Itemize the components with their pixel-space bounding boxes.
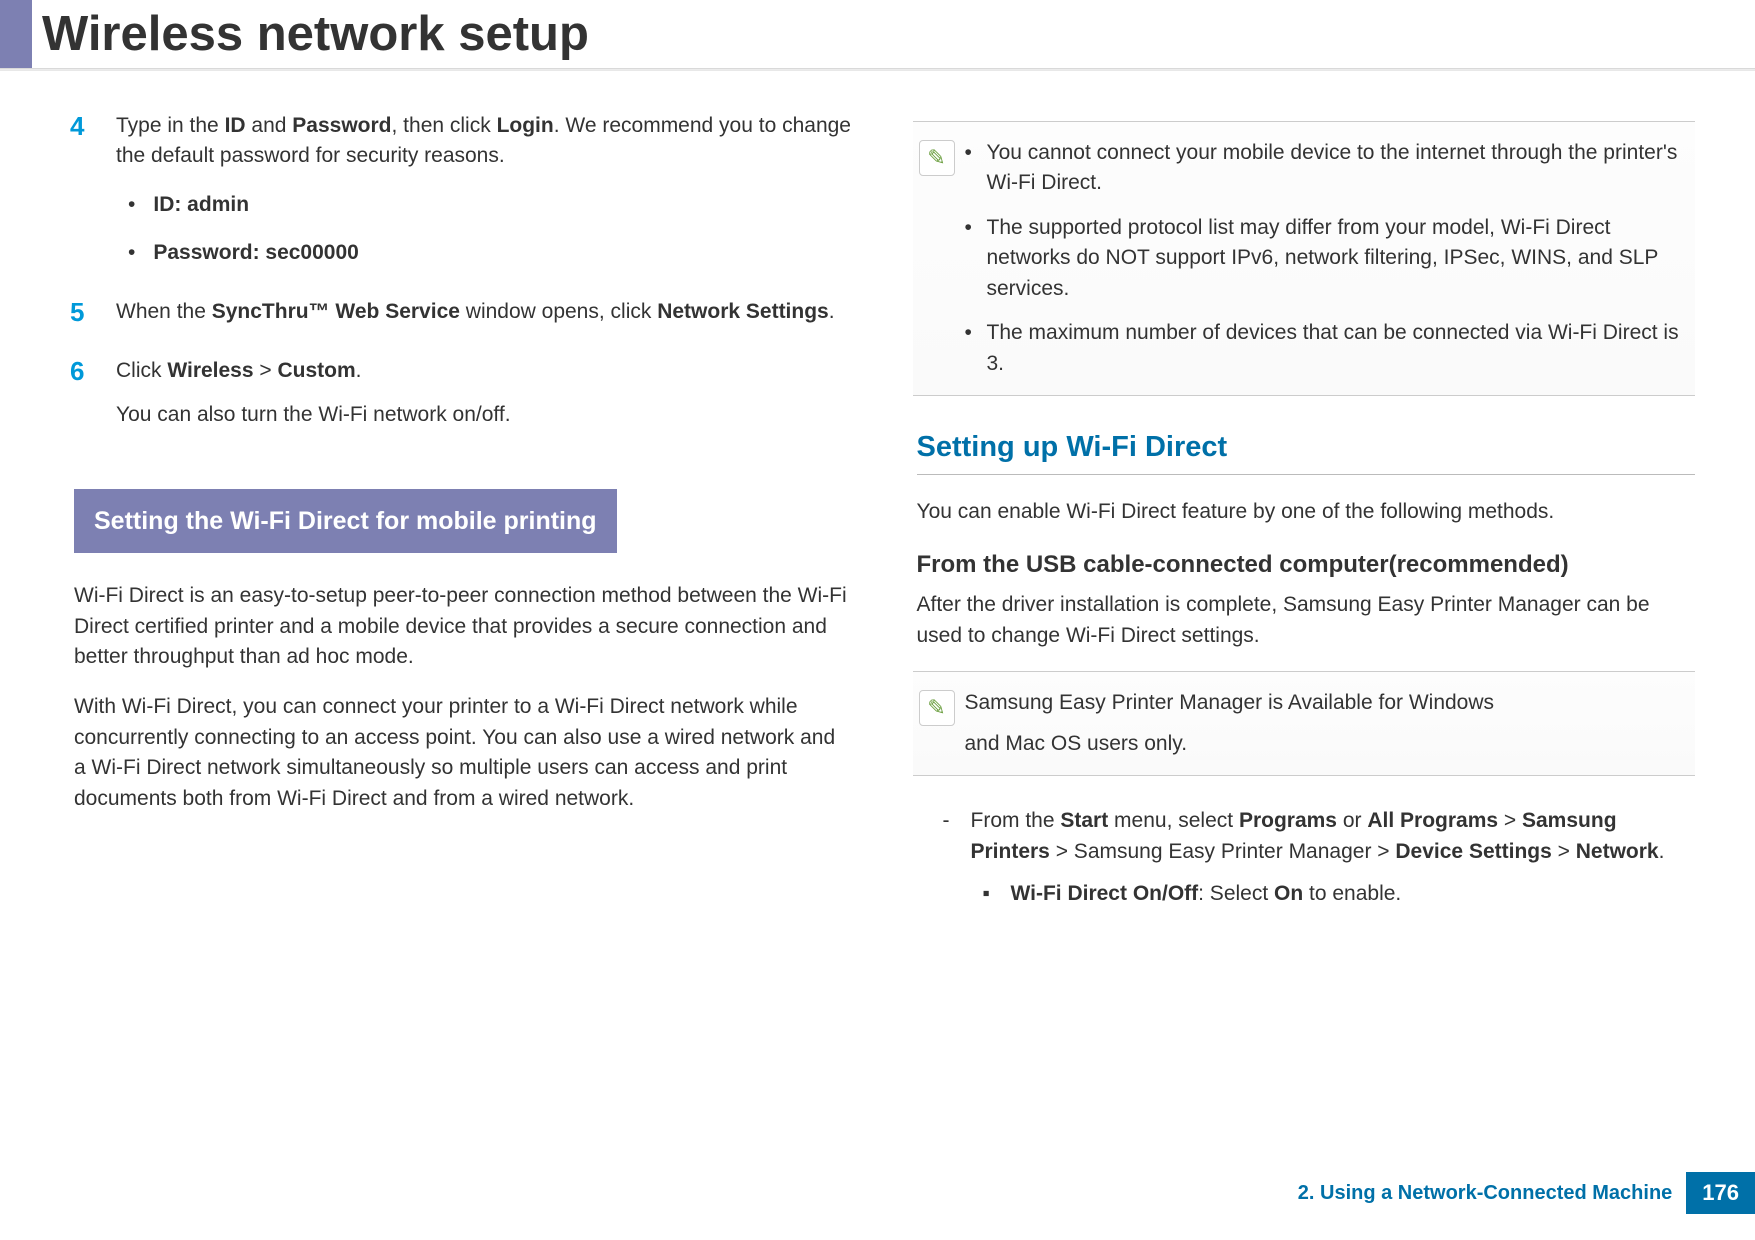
bullet-marker: • bbox=[965, 318, 975, 379]
step-body: Type in the ID and Password, then click … bbox=[116, 111, 853, 269]
bold-text: Custom bbox=[277, 359, 355, 382]
step-4: 4 Type in the ID and Password, then clic… bbox=[70, 111, 853, 269]
note-box: ✎ • You cannot connect your mobile devic… bbox=[913, 121, 1696, 396]
text: > bbox=[1552, 840, 1576, 863]
bold-text: Login bbox=[497, 114, 554, 137]
paragraph: With Wi-Fi Direct, you can connect your … bbox=[74, 692, 853, 814]
step-5: 5 When the SyncThru™ Web Service window … bbox=[70, 297, 853, 328]
note-icon: ✎ bbox=[919, 690, 955, 726]
note-icon: ✎ bbox=[919, 140, 955, 176]
bold-text: ID bbox=[225, 114, 246, 137]
bullet-text: Password: sec00000 bbox=[153, 238, 358, 268]
note-line: and Mac OS users only. bbox=[965, 729, 1690, 759]
page-footer: 2. Using a Network-Connected Machine 176 bbox=[1298, 1172, 1755, 1214]
note-bullet: • The maximum number of devices that can… bbox=[965, 318, 1690, 379]
note-text: The maximum number of devices that can b… bbox=[987, 318, 1690, 379]
bold-text: Network Settings bbox=[657, 300, 829, 323]
bold-text: SyncThru™ Web Service bbox=[212, 300, 460, 323]
text: When the bbox=[116, 300, 212, 323]
dash-text: From the Start menu, select Programs or … bbox=[971, 806, 1696, 867]
footer-chapter: 2. Using a Network-Connected Machine bbox=[1298, 1182, 1673, 1205]
bold-text: Programs bbox=[1239, 809, 1337, 832]
bold-text: Wireless bbox=[167, 359, 253, 382]
step-number: 6 bbox=[70, 356, 110, 431]
footer-page-number: 176 bbox=[1686, 1172, 1755, 1214]
sub-bullet: • Password: sec00000 bbox=[128, 238, 853, 268]
square-text: Wi-Fi Direct On/Off: Select On to enable… bbox=[1011, 879, 1402, 909]
left-column: 4 Type in the ID and Password, then clic… bbox=[70, 111, 853, 909]
bullet-marker: • bbox=[965, 213, 975, 304]
bold-text: Start bbox=[1060, 809, 1108, 832]
paragraph: After the driver installation is complet… bbox=[917, 590, 1696, 651]
page-header: Wireless network setup bbox=[0, 0, 1755, 68]
title-divider bbox=[0, 68, 1755, 71]
content-columns: 4 Type in the ID and Password, then clic… bbox=[0, 91, 1755, 909]
bold-text: Network bbox=[1576, 840, 1659, 863]
section-header: Setting the Wi-Fi Direct for mobile prin… bbox=[74, 489, 617, 553]
text: > bbox=[254, 359, 278, 382]
dash-list-item: - From the Start menu, select Programs o… bbox=[943, 806, 1696, 867]
sub-bullet: • ID: admin bbox=[128, 190, 853, 220]
square-list-item: ▪ Wi-Fi Direct On/Off: Select On to enab… bbox=[983, 879, 1696, 909]
bullet-marker: • bbox=[965, 138, 975, 199]
step-body: When the SyncThru™ Web Service window op… bbox=[116, 297, 853, 328]
note-text: The supported protocol list may differ f… bbox=[987, 213, 1690, 304]
text: . bbox=[829, 300, 835, 323]
note-content: Samsung Easy Printer Manager is Availabl… bbox=[965, 688, 1690, 759]
note-bullet: • You cannot connect your mobile device … bbox=[965, 138, 1690, 199]
bold-text: Device Settings bbox=[1395, 840, 1551, 863]
step-number: 5 bbox=[70, 297, 110, 328]
text: , then click bbox=[392, 114, 497, 137]
step-body: Click Wireless > Custom. You can also tu… bbox=[116, 356, 853, 431]
text: menu, select bbox=[1108, 809, 1239, 832]
bold-text: All Programs bbox=[1367, 809, 1498, 832]
sub-heading: From the USB cable-connected computer(re… bbox=[917, 548, 1696, 583]
bold-text: On bbox=[1274, 882, 1303, 905]
text: and bbox=[246, 114, 293, 137]
text: or bbox=[1337, 809, 1367, 832]
dash-marker: - bbox=[943, 806, 955, 867]
paragraph: Wi-Fi Direct is an easy-to-setup peer-to… bbox=[74, 581, 853, 672]
bullet-marker: • bbox=[128, 238, 135, 268]
note-bullet: • The supported protocol list may differ… bbox=[965, 213, 1690, 304]
subsection-heading: Setting up Wi-Fi Direct bbox=[917, 426, 1696, 475]
text: > Samsung Easy Printer Manager > bbox=[1050, 840, 1396, 863]
note-line: Samsung Easy Printer Manager is Availabl… bbox=[965, 688, 1690, 718]
text: From the bbox=[971, 809, 1061, 832]
text: window opens, click bbox=[460, 300, 657, 323]
bold-text: Wi-Fi Direct On/Off bbox=[1011, 882, 1199, 905]
step-number: 4 bbox=[70, 111, 110, 269]
page-title: Wireless network setup bbox=[42, 6, 589, 62]
header-accent-bar bbox=[0, 0, 32, 68]
text: . bbox=[1659, 840, 1665, 863]
square-marker: ▪ bbox=[983, 879, 993, 909]
bullet-marker: • bbox=[128, 190, 135, 220]
note-content: • You cannot connect your mobile device … bbox=[965, 138, 1690, 379]
bullet-text: ID: admin bbox=[153, 190, 249, 220]
step-extra-text: You can also turn the Wi-Fi network on/o… bbox=[116, 400, 853, 430]
text: to enable. bbox=[1303, 882, 1401, 905]
bold-text: Password bbox=[292, 114, 391, 137]
note-text: You cannot connect your mobile device to… bbox=[987, 138, 1690, 199]
text: Click bbox=[116, 359, 167, 382]
right-column: ✎ • You cannot connect your mobile devic… bbox=[913, 111, 1696, 909]
paragraph: You can enable Wi-Fi Direct feature by o… bbox=[917, 497, 1696, 527]
text: : Select bbox=[1198, 882, 1274, 905]
note-box: ✎ Samsung Easy Printer Manager is Availa… bbox=[913, 671, 1696, 776]
text: . bbox=[356, 359, 362, 382]
text: > bbox=[1498, 809, 1522, 832]
text: Type in the bbox=[116, 114, 225, 137]
step-6: 6 Click Wireless > Custom. You can also … bbox=[70, 356, 853, 431]
